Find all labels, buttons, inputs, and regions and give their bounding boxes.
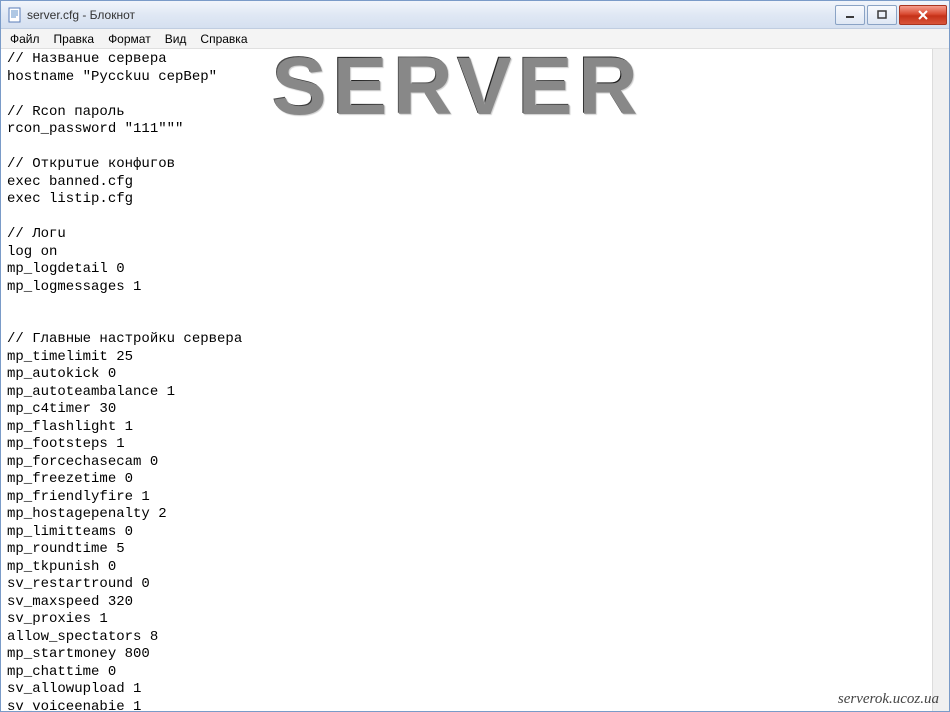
minimize-button[interactable] bbox=[835, 5, 865, 25]
menu-file[interactable]: Файл bbox=[3, 29, 47, 48]
notepad-window: server.cfg - Блокнот Файл Правка Формат … bbox=[0, 0, 950, 712]
titlebar[interactable]: server.cfg - Блокнот bbox=[1, 1, 949, 29]
menu-help[interactable]: Справка bbox=[193, 29, 254, 48]
content-area: SERVER // Названuе сервера hostname "Рус… bbox=[1, 49, 949, 711]
watermark: serverok.ucoz.ua bbox=[838, 691, 939, 708]
maximize-button[interactable] bbox=[867, 5, 897, 25]
menu-edit[interactable]: Правка bbox=[47, 29, 102, 48]
close-button[interactable] bbox=[899, 5, 947, 25]
menu-format[interactable]: Формат bbox=[101, 29, 158, 48]
window-controls bbox=[833, 5, 947, 25]
notepad-icon bbox=[7, 7, 23, 23]
menu-bar: Файл Правка Формат Вид Справка bbox=[1, 29, 949, 49]
text-editor[interactable]: // Названuе сервера hostname "Русckuu ce… bbox=[1, 49, 949, 711]
window-title: server.cfg - Блокнот bbox=[27, 8, 833, 22]
menu-view[interactable]: Вид bbox=[158, 29, 194, 48]
